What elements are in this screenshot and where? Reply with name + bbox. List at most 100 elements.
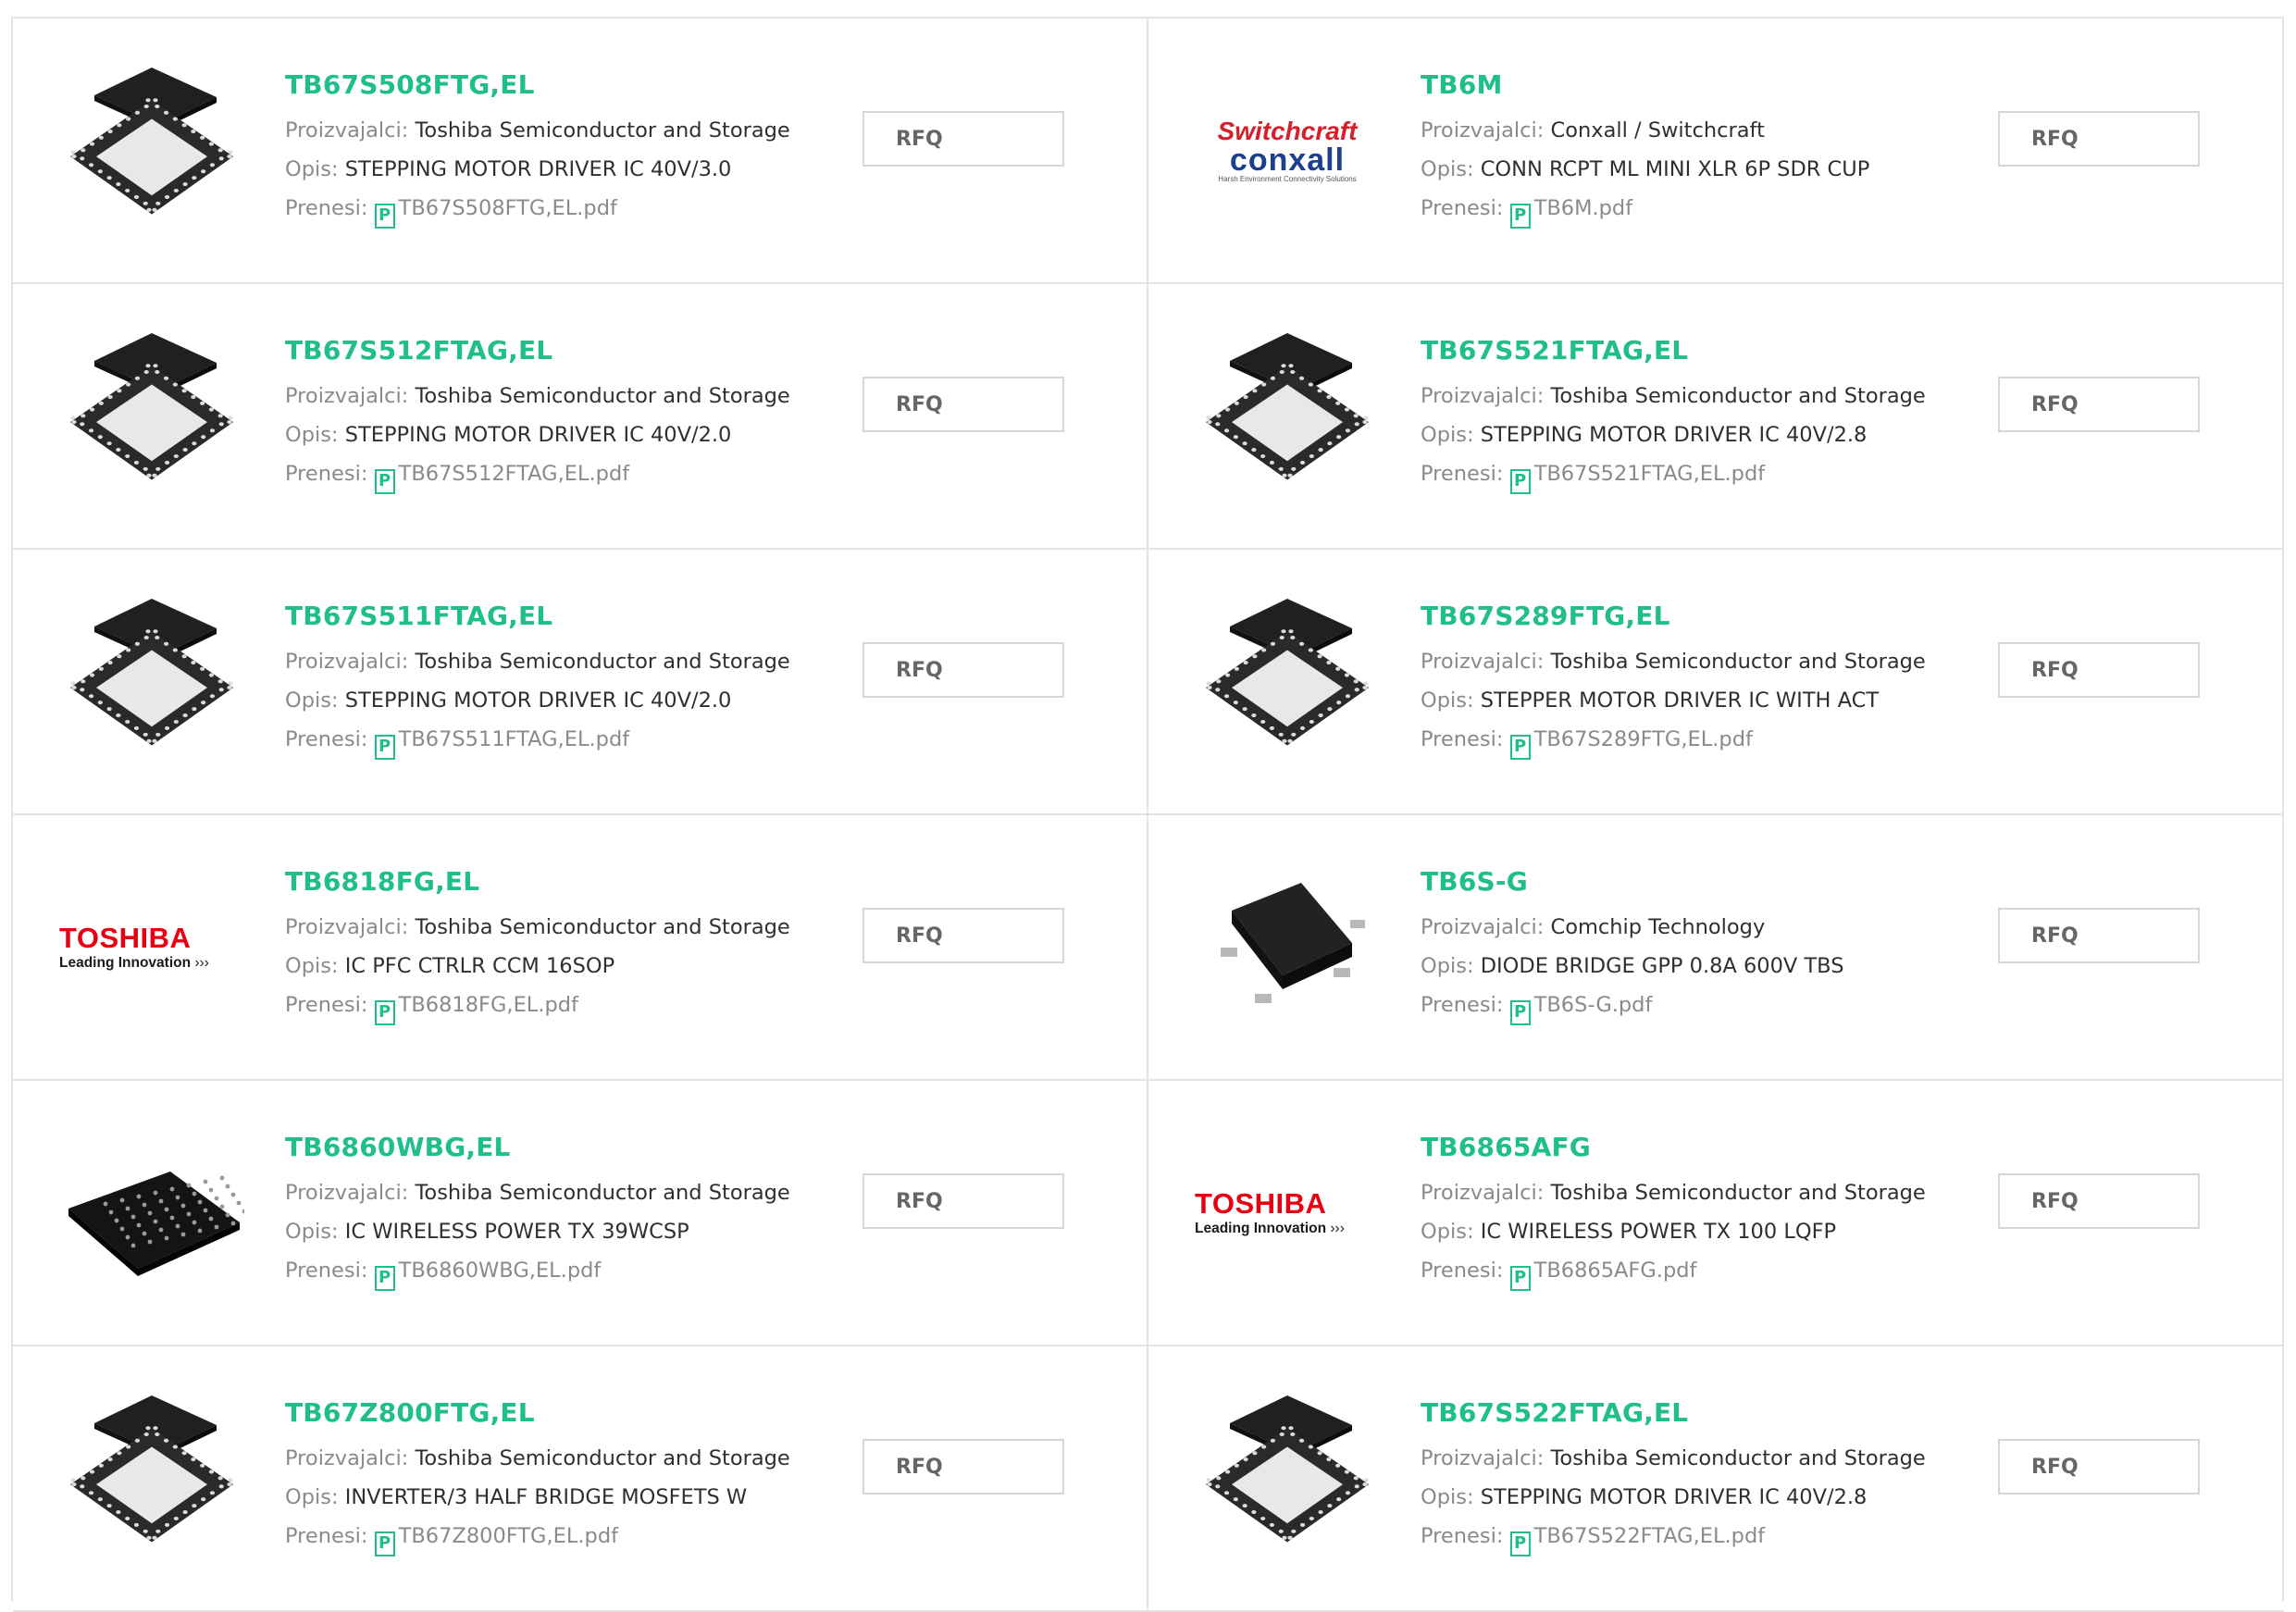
download-line: Prenesi: P TB6M.pdf xyxy=(1421,189,1939,229)
manufacturer-label: Proizvajalci: xyxy=(285,118,409,143)
manufacturer-line: Proizvajalci: Toshiba Semiconductor and … xyxy=(1421,377,1939,415)
product-info: TB67S508FTG,EL Proizvajalci: Toshiba Sem… xyxy=(285,67,803,229)
rfq-button[interactable]: RFQ xyxy=(1998,908,2200,963)
description-label: Opis: xyxy=(285,1485,339,1509)
manufacturer-value: Toshiba Semiconductor and Storage xyxy=(1550,1181,1926,1205)
qfn-chip-stack-image[interactable] xyxy=(59,324,244,509)
qfn-chip-stack-image[interactable] xyxy=(1195,589,1380,775)
download-line: Prenesi: P TB67S512FTAG,EL.pdf xyxy=(285,454,803,494)
part-number-link[interactable]: TB6S-G xyxy=(1421,863,1939,900)
datasheet-link[interactable]: P TB67S512FTAG,EL.pdf xyxy=(374,462,629,494)
description-label: Opis: xyxy=(285,954,339,978)
rfq-button[interactable]: RFQ xyxy=(863,1173,1064,1229)
datasheet-link[interactable]: P TB6M.pdf xyxy=(1509,196,1632,229)
product-grid: TB67S508FTG,EL Proizvajalci: Toshiba Sem… xyxy=(11,17,2284,1612)
product-card: TB6S-G Proizvajalci: Comchip Technology … xyxy=(1148,815,2284,1081)
description-value: CONN RCPT ML MINI XLR 6P SDR CUP xyxy=(1480,157,1870,181)
description-line: Opis: STEPPING MOTOR DRIVER IC 40V/3.0 xyxy=(285,150,803,189)
toshiba-logo: TOSHIBA Leading Innovation ››› xyxy=(1195,1187,1345,1237)
datasheet-link[interactable]: P TB6860WBG,EL.pdf xyxy=(374,1259,601,1291)
part-number-link[interactable]: TB67S289FTG,EL xyxy=(1421,598,1939,635)
qfn-chip-stack-image[interactable] xyxy=(1195,1386,1380,1571)
datasheet-link[interactable]: P TB6865AFG.pdf xyxy=(1509,1259,1696,1291)
description-value: STEPPING MOTOR DRIVER IC 40V/2.8 xyxy=(1480,423,1868,447)
part-number-link[interactable]: TB67S511FTAG,EL xyxy=(285,598,803,635)
download-label: Prenesi: xyxy=(1421,1524,1504,1548)
description-value: STEPPER MOTOR DRIVER IC WITH ACT xyxy=(1480,688,1880,713)
description-value: STEPPING MOTOR DRIVER IC 40V/2.8 xyxy=(1480,1485,1868,1509)
rfq-button[interactable]: RFQ xyxy=(863,111,1064,167)
description-label: Opis: xyxy=(1421,954,1474,978)
rfq-button[interactable]: RFQ xyxy=(1998,377,2200,432)
part-number-link[interactable]: TB6M xyxy=(1421,67,1939,104)
manufacturer-label: Proizvajalci: xyxy=(285,1181,409,1205)
switchcraft-conxall-logo: Switchcraft conxall Harsh Environment Co… xyxy=(1217,117,1358,184)
manufacturer-value: Toshiba Semiconductor and Storage xyxy=(415,118,790,143)
product-info: TB6S-G Proizvajalci: Comchip Technology … xyxy=(1421,863,1939,1025)
bridge-rectifier-chip-image[interactable] xyxy=(1195,855,1380,1040)
part-number-link[interactable]: TB6860WBG,EL xyxy=(285,1129,803,1166)
pdf-icon: P xyxy=(1509,1531,1531,1556)
download-label: Prenesi: xyxy=(1421,196,1504,220)
manufacturer-value: Toshiba Semiconductor and Storage xyxy=(415,384,790,408)
description-line: Opis: DIODE BRIDGE GPP 0.8A 600V TBS xyxy=(1421,947,1939,986)
description-line: Opis: STEPPING MOTOR DRIVER IC 40V/2.0 xyxy=(285,681,803,720)
description-line: Opis: STEPPING MOTOR DRIVER IC 40V/2.8 xyxy=(1421,415,1939,454)
part-number-link[interactable]: TB6818FG,EL xyxy=(285,863,803,900)
pdf-icon: P xyxy=(1509,204,1531,229)
manufacturer-value: Toshiba Semiconductor and Storage xyxy=(1550,1446,1926,1470)
datasheet-link[interactable]: P TB6S-G.pdf xyxy=(1509,993,1653,1025)
wcsp-chip-image[interactable] xyxy=(59,1121,244,1306)
product-info: TB6818FG,EL Proizvajalci: Toshiba Semico… xyxy=(285,863,803,1025)
part-number-link[interactable]: TB67S508FTG,EL xyxy=(285,67,803,104)
manufacturer-value: Toshiba Semiconductor and Storage xyxy=(415,1446,790,1470)
switchcraft-conxall-logo-image[interactable]: Switchcraft conxall Harsh Environment Co… xyxy=(1195,58,1380,243)
description-label: Opis: xyxy=(1421,1485,1474,1509)
datasheet-link[interactable]: P TB67S522FTAG,EL.pdf xyxy=(1509,1524,1765,1556)
part-number-link[interactable]: TB67Z800FTG,EL xyxy=(285,1395,803,1432)
description-label: Opis: xyxy=(285,688,339,713)
manufacturer-line: Proizvajalci: Toshiba Semiconductor and … xyxy=(285,1173,803,1212)
description-line: Opis: CONN RCPT ML MINI XLR 6P SDR CUP xyxy=(1421,150,1939,189)
part-number-link[interactable]: TB67S521FTAG,EL xyxy=(1421,332,1939,369)
datasheet-link[interactable]: P TB67S521FTAG,EL.pdf xyxy=(1509,462,1765,494)
qfn-chip-stack-image[interactable] xyxy=(59,1386,244,1571)
datasheet-filename: TB67S289FTG,EL.pdf xyxy=(1533,727,1753,751)
product-info: TB67S512FTAG,EL Proizvajalci: Toshiba Se… xyxy=(285,332,803,494)
datasheet-link[interactable]: P TB67S289FTG,EL.pdf xyxy=(1509,727,1753,760)
product-card: Switchcraft conxall Harsh Environment Co… xyxy=(1148,19,2284,284)
description-value: STEPPING MOTOR DRIVER IC 40V/2.0 xyxy=(344,423,732,447)
datasheet-link[interactable]: P TB67Z800FTG,EL.pdf xyxy=(374,1524,618,1556)
datasheet-link[interactable]: P TB6818FG,EL.pdf xyxy=(374,993,578,1025)
part-number-link[interactable]: TB67S522FTAG,EL xyxy=(1421,1395,1939,1432)
product-info: TB67S521FTAG,EL Proizvajalci: Toshiba Se… xyxy=(1421,332,1939,494)
rfq-button[interactable]: RFQ xyxy=(863,642,1064,698)
manufacturer-line: Proizvajalci: Toshiba Semiconductor and … xyxy=(285,111,803,150)
part-number-link[interactable]: TB6865AFG xyxy=(1421,1129,1939,1166)
toshiba-logo-image[interactable]: TOSHIBA Leading Innovation ››› xyxy=(1195,1121,1380,1306)
download-label: Prenesi: xyxy=(285,1524,368,1548)
rfq-button[interactable]: RFQ xyxy=(1998,111,2200,167)
rfq-button[interactable]: RFQ xyxy=(1998,642,2200,698)
rfq-button[interactable]: RFQ xyxy=(1998,1439,2200,1494)
manufacturer-line: Proizvajalci: Toshiba Semiconductor and … xyxy=(285,642,803,681)
description-line: Opis: IC PFC CTRLR CCM 16SOP xyxy=(285,947,803,986)
download-label: Prenesi: xyxy=(285,727,368,751)
part-number-link[interactable]: TB67S512FTAG,EL xyxy=(285,332,803,369)
product-card: TB6860WBG,EL Proizvajalci: Toshiba Semic… xyxy=(13,1081,1148,1346)
manufacturer-value: Toshiba Semiconductor and Storage xyxy=(415,915,790,939)
manufacturer-line: Proizvajalci: Toshiba Semiconductor and … xyxy=(1421,1173,1939,1212)
rfq-button[interactable]: RFQ xyxy=(863,377,1064,432)
toshiba-logo-image[interactable]: TOSHIBA Leading Innovation ››› xyxy=(59,855,244,1040)
qfn-chip-stack-image[interactable] xyxy=(1195,324,1380,509)
rfq-button[interactable]: RFQ xyxy=(863,1439,1064,1494)
pdf-icon: P xyxy=(374,735,395,760)
rfq-button[interactable]: RFQ xyxy=(863,908,1064,963)
datasheet-filename: TB6S-G.pdf xyxy=(1533,993,1653,1017)
qfn-chip-stack-image[interactable] xyxy=(59,58,244,243)
rfq-button[interactable]: RFQ xyxy=(1998,1173,2200,1229)
qfn-chip-stack-image[interactable] xyxy=(59,589,244,775)
datasheet-link[interactable]: P TB67S508FTG,EL.pdf xyxy=(374,196,617,229)
pdf-icon: P xyxy=(1509,469,1531,494)
datasheet-link[interactable]: P TB67S511FTAG,EL.pdf xyxy=(374,727,629,760)
